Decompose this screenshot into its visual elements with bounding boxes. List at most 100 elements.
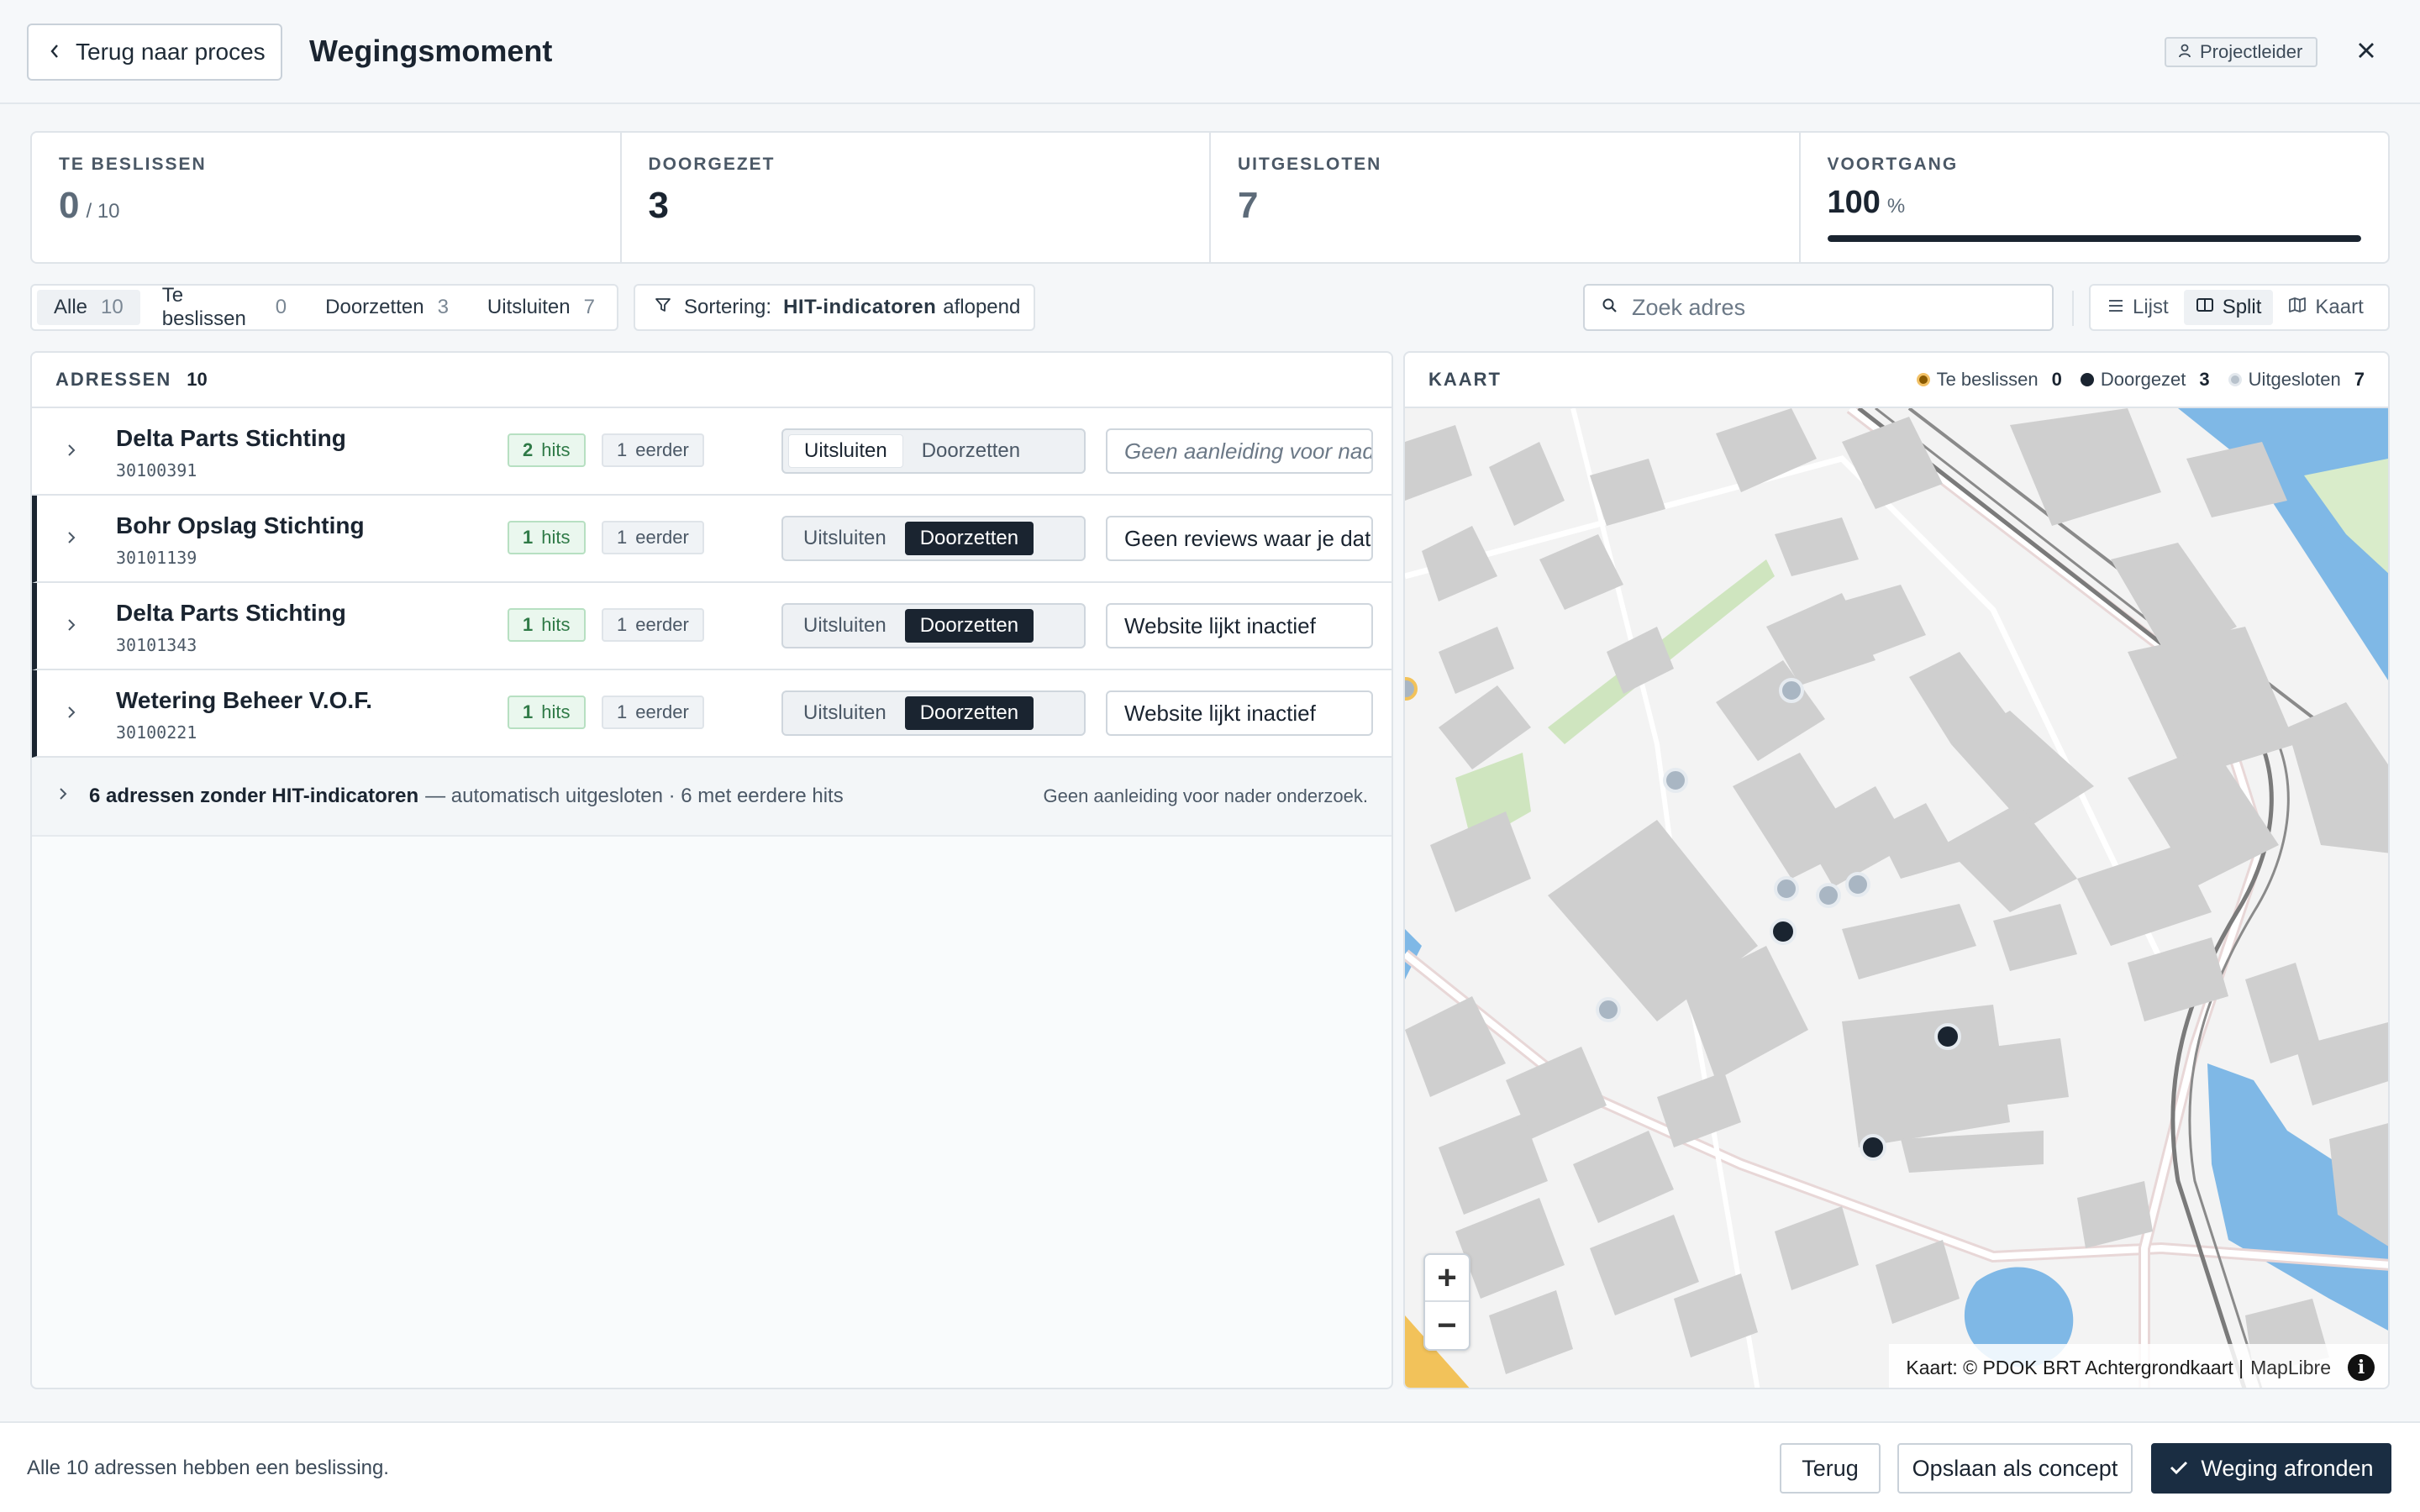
filter-tab-alle[interactable]: Alle 10 [37, 290, 140, 325]
stat-excluded: UITGESLOTEN 7 [1211, 133, 1801, 262]
chevron-right-icon[interactable] [66, 442, 77, 463]
sort-prefix: Sortering: [684, 296, 772, 318]
map-canvas[interactable]: + − Kaart: © PDOK BRT Achtergrondkaart |… [1405, 408, 2388, 1388]
filter-tab-uitsluiten[interactable]: Uitsluiten 7 [471, 290, 612, 325]
forward-option[interactable]: Doorzetten [907, 434, 1035, 468]
forward-option[interactable]: Doorzetten [904, 522, 1034, 555]
footer-bar: Alle 10 adressen hebben een beslissing. … [0, 1421, 2420, 1512]
decision-note-field[interactable]: Geen aanleiding voor nader onderzoek [1106, 428, 1373, 474]
excluded-marker[interactable] [1663, 768, 1688, 793]
chevron-right-icon[interactable] [66, 704, 77, 725]
chevron-right-icon[interactable] [57, 785, 69, 808]
address-row[interactable]: Delta Parts Stichting 30100391 2 hits 1 … [32, 408, 1392, 496]
prev-count: 1 [617, 439, 628, 460]
zoom-control: + − [1423, 1253, 1470, 1351]
exclude-option[interactable]: Uitsluiten [788, 609, 902, 643]
view-tab-kaart[interactable]: Kaart [2276, 290, 2375, 325]
address-row[interactable]: Bohr Opslag Stichting 30101139 1 hits 1 … [32, 496, 1392, 583]
filter-label: Alle [54, 296, 88, 318]
sort-button[interactable]: Sortering: HIT-indicatoren aflopend [634, 284, 1035, 331]
map-header: KAART Te beslissen 0 Doorgezet 3 Uitgesl… [1405, 353, 2388, 408]
toolbar-divider [2072, 291, 2074, 326]
save-draft-button[interactable]: Opslaan als concept [1897, 1443, 2133, 1494]
filter-tab-doorzetten[interactable]: Doorzetten 3 [308, 290, 466, 325]
legend-dot [2080, 373, 2094, 386]
view-tab-lijst[interactable]: Lijst [2096, 290, 2181, 325]
legend-dot [1916, 373, 1930, 386]
close-button[interactable] [2346, 32, 2386, 72]
address-list-panel: ADRESSEN 10 Delta Parts Stichting 301003… [30, 351, 1393, 1389]
stat-value: 7 [1238, 185, 1259, 226]
address-row[interactable]: Delta Parts Stichting 30101343 1 hits 1 … [32, 583, 1392, 670]
prev-label: eerder [635, 701, 689, 722]
filter-tab-te-beslissen[interactable]: Te beslissen 0 [145, 284, 303, 330]
view-tab-split[interactable]: Split [2183, 290, 2274, 325]
decision-toggle: Uitsluiten Doorzetten [781, 516, 1086, 561]
exclude-option[interactable]: Uitsluiten [788, 434, 903, 468]
stat-value-row: 3 [649, 185, 1210, 227]
filter-label: Te beslissen [161, 284, 246, 330]
summary-note: Geen aanleiding voor nader onderzoek. [1043, 785, 1369, 806]
stat-value: 0 [59, 185, 80, 226]
legend-dot [2228, 373, 2242, 386]
excluded-marker[interactable] [1596, 997, 1621, 1022]
excluded-marker[interactable] [1816, 883, 1841, 908]
zoom-out-button[interactable]: − [1425, 1302, 1469, 1349]
decision-note-field[interactable]: Geen reviews waar je dat [1106, 516, 1373, 561]
list-icon [2107, 296, 2124, 319]
stat-value: 3 [648, 185, 669, 226]
list-header: ADRESSEN 10 [32, 353, 1392, 408]
prev-label: eerder [635, 614, 689, 635]
stat-value-row: 7 [1238, 185, 1799, 227]
page-title: Wegingsmoment [309, 34, 553, 68]
back-to-process-button[interactable]: Terug naar proces [27, 24, 282, 81]
chevron-left-icon [49, 39, 60, 66]
decision-note-field[interactable]: Website lijkt inactief [1106, 603, 1373, 648]
excluded-marker[interactable] [1405, 677, 1418, 701]
auto-excluded-summary[interactable]: 6 adressen zonder HIT-indicatoren — auto… [32, 758, 1392, 837]
role-label: Projectleider [2200, 41, 2303, 62]
excluded-marker[interactable] [1774, 876, 1799, 901]
map-legend: Te beslissen 0 Doorgezet 3 Uitgesloten 7 [1916, 369, 2365, 391]
sort-direction: aflopend [943, 296, 1021, 318]
prev-count: 1 [617, 701, 628, 722]
exclude-option[interactable]: Uitsluiten [788, 522, 902, 555]
stats-bar: TE BESLISSEN 0 / 10 DOORGEZET 3 UITGESLO… [30, 131, 2390, 264]
maplibre-link[interactable]: MapLibre [2250, 1357, 2331, 1379]
excluded-marker[interactable] [1845, 872, 1870, 897]
address-row[interactable]: Wetering Beheer V.O.F. 30100221 1 hits 1… [32, 670, 1392, 758]
split-icon [2196, 296, 2214, 319]
exclude-option[interactable]: Uitsluiten [788, 696, 902, 730]
decision-note-field[interactable]: Website lijkt inactief [1106, 690, 1373, 736]
prev-count: 1 [617, 614, 628, 635]
search-input[interactable] [1632, 294, 2027, 321]
prev-label: eerder [635, 527, 689, 548]
chevron-right-icon[interactable] [66, 529, 77, 550]
zoom-in-button[interactable]: + [1425, 1255, 1469, 1302]
info-icon[interactable]: i [2348, 1354, 2375, 1381]
previous-hits-badge: 1 eerder [602, 608, 704, 642]
stat-value-row: 100 % [1828, 185, 2389, 221]
hits-count: 1 [523, 614, 534, 635]
filter-count: 0 [275, 296, 287, 318]
stat-label: VOORTGANG [1827, 155, 1959, 174]
map-icon [2288, 296, 2307, 319]
finish-weighing-button[interactable]: Weging afronden [2151, 1443, 2391, 1494]
stat-label: TE BESLISSEN [59, 155, 207, 174]
chevron-right-icon[interactable] [66, 617, 77, 638]
filter-label: Uitsluiten [487, 296, 571, 318]
forwarded-marker[interactable] [1934, 1023, 1961, 1050]
forward-option[interactable]: Doorzetten [904, 609, 1034, 643]
forwarded-marker[interactable] [1770, 918, 1797, 945]
back-button-label: Terug naar proces [76, 39, 266, 65]
forwarded-marker[interactable] [1860, 1134, 1886, 1161]
stat-progress: VOORTGANG 100 % [1801, 133, 2389, 262]
back-button[interactable]: Terug [1780, 1443, 1881, 1494]
stat-label: UITGESLOTEN [1238, 155, 1382, 174]
legend-label: Doorgezet [2100, 369, 2186, 390]
forward-option[interactable]: Doorzetten [904, 696, 1034, 730]
filter-label: Doorzetten [325, 296, 424, 318]
previous-hits-badge: 1 eerder [602, 433, 704, 467]
excluded-marker[interactable] [1779, 678, 1804, 703]
map-attribution: Kaart: © PDOK BRT Achtergrondkaart | Map… [1889, 1344, 2388, 1388]
